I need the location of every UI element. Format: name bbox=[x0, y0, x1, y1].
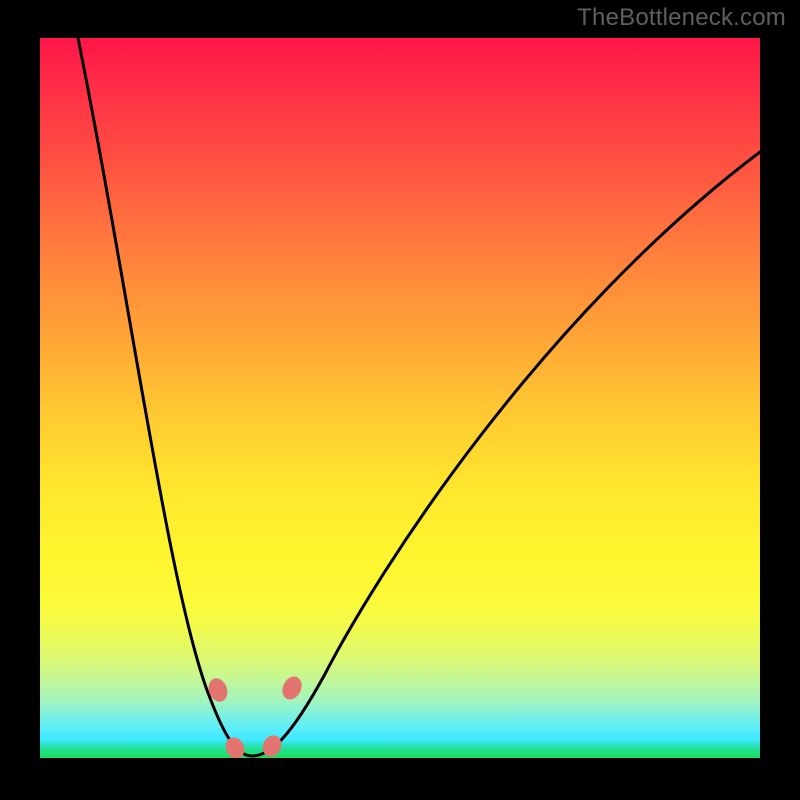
watermark-text: TheBottleneck.com bbox=[577, 4, 786, 32]
right-upper-marker bbox=[279, 673, 305, 702]
chart-container: TheBottleneck.com bbox=[0, 0, 800, 800]
plot-area bbox=[40, 38, 760, 758]
bottleneck-curve bbox=[78, 38, 760, 756]
markers-group bbox=[205, 673, 305, 758]
curve-svg bbox=[40, 38, 760, 758]
